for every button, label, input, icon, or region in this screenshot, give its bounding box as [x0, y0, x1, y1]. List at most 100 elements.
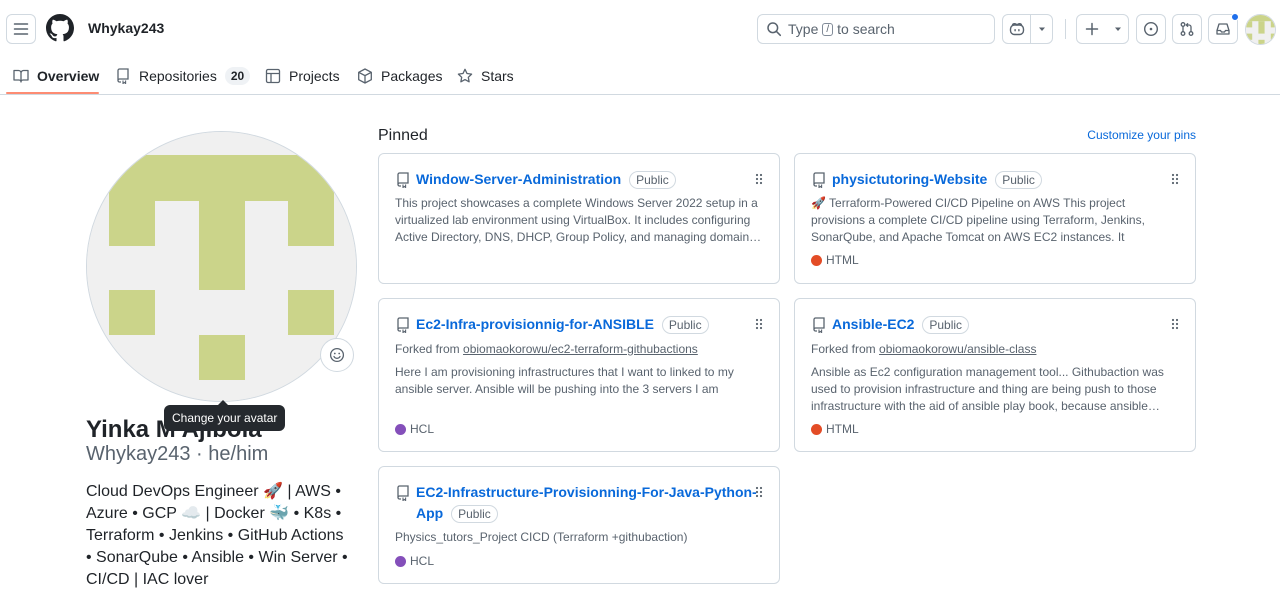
repo-name-link[interactable]: physictutoring-Website: [832, 171, 987, 187]
tab-projects[interactable]: Projects: [265, 58, 340, 94]
identicon-icon: [87, 132, 356, 401]
repo-icon: [117, 68, 129, 84]
active-tab-indicator: [6, 92, 99, 94]
repo-language: HTML: [811, 253, 859, 267]
forked-from-link[interactable]: obiomaokorowu/ec2-terraform-githubaction…: [463, 342, 698, 356]
tab-packages[interactable]: Packages: [357, 58, 442, 94]
visibility-badge: Public: [922, 316, 970, 335]
repo-language-label: HTML: [826, 253, 859, 267]
forked-from: Forked from obiomaokorowu/ansible-class: [811, 342, 1036, 356]
pinned-repo-card: Ec2-Infra-provisionnig-for-ANSIBLE Publi…: [378, 298, 780, 452]
repo-language-label: HTML: [826, 422, 859, 436]
repositories-count-badge: 20: [224, 67, 251, 85]
search-input[interactable]: Type / to search: [757, 14, 995, 44]
tab-repositories-label: Repositories: [139, 68, 217, 84]
repo-name-link[interactable]: Ansible-EC2: [832, 316, 914, 332]
tab-repositories[interactable]: Repositories 20: [115, 58, 251, 94]
grabber-icon[interactable]: [755, 318, 763, 330]
triangle-down-icon: [1114, 27, 1121, 31]
search-icon: [767, 22, 782, 37]
repo-description: Physics_tutors_Project CICD (Terraform +…: [395, 530, 688, 544]
plus-button[interactable]: [1077, 15, 1107, 43]
plus-icon: [1085, 22, 1099, 36]
repo-name-link[interactable]: Ec2-Infra-provisionnig-for-ANSIBLE: [416, 316, 654, 332]
profile-bio: Cloud DevOps Engineer 🚀 | AWS • Azure • …: [86, 483, 348, 588]
unread-notification-dot: [1231, 13, 1239, 21]
set-status-button[interactable]: [320, 338, 354, 372]
pinned-repo-card: Window-Server-Administration Public This…: [378, 153, 780, 284]
smiley-icon: [329, 347, 345, 363]
profile-tabs: Overview Repositories 20 Projects Packag…: [0, 58, 1280, 95]
github-logo-icon[interactable]: [46, 14, 74, 42]
create-dropdown-button[interactable]: [1107, 15, 1128, 43]
visibility-badge: Public: [629, 171, 676, 190]
language-color-dot: [811, 423, 822, 435]
repo-description: This project showcases a complete Window…: [395, 196, 762, 244]
header-username[interactable]: Whykay243: [88, 20, 164, 36]
create-new-button[interactable]: [1076, 14, 1129, 44]
visibility-badge: Public: [995, 171, 1042, 190]
repo-language: HCL: [395, 554, 434, 568]
repo-description: Here I am provisioning infrastructures t…: [395, 365, 734, 400]
repo-forked-icon: [813, 317, 825, 333]
copilot-button-group: [1002, 14, 1053, 44]
visibility-badge: Public: [661, 316, 709, 335]
profile-avatar[interactable]: [86, 131, 357, 402]
avatar-tooltip: Change your avatar: [164, 400, 286, 431]
issue-opened-icon: [1143, 21, 1159, 37]
language-color-dot: [395, 555, 406, 567]
user-avatar-menu[interactable]: [1245, 14, 1276, 45]
pinned-repo-card: Ansible-EC2 Public Forked from obiomaoko…: [794, 298, 1196, 452]
repo-icon: [397, 485, 409, 501]
profile-handle: Whykay243 · he/him: [86, 443, 269, 465]
tab-stars-label: Stars: [481, 68, 514, 84]
repo-icon: [813, 172, 825, 188]
language-color-dot: [811, 254, 822, 266]
pinned-heading: Pinned: [378, 127, 428, 144]
repo-description: Ansible as Ec2 configuration management …: [811, 365, 1164, 413]
search-shortcut-key: /: [822, 22, 834, 36]
git-pull-request-icon: [1180, 22, 1194, 36]
repo-name-link[interactable]: Window-Server-Administration: [416, 171, 621, 187]
grabber-icon[interactable]: [755, 173, 763, 185]
repo-language-label: HCL: [410, 422, 435, 436]
visibility-badge: Public: [451, 505, 498, 524]
header-divider: [1065, 19, 1066, 39]
tab-overview[interactable]: Overview: [13, 58, 99, 94]
star-icon: [457, 68, 473, 83]
forked-from-link[interactable]: obiomaokorowu/ansible-class: [879, 342, 1036, 356]
repo-description: 🚀 Terraform-Powered CI/CD Pipeline on AW…: [811, 196, 1145, 244]
tab-overview-label: Overview: [37, 68, 100, 84]
tab-projects-label: Projects: [289, 68, 340, 84]
copilot-button[interactable]: [1003, 15, 1030, 43]
identicon-icon: [1246, 15, 1275, 44]
repo-forked-icon: [397, 317, 409, 333]
global-header: Whykay243 Type / to search: [0, 0, 1280, 58]
search-prefix: Type: [788, 21, 819, 37]
customize-pins-link[interactable]: Customize your pins: [1087, 128, 1196, 142]
copilot-icon: [1009, 23, 1024, 36]
issues-button[interactable]: [1136, 14, 1166, 44]
table-icon: [265, 68, 281, 84]
copilot-dropdown-button[interactable]: [1030, 15, 1052, 43]
tab-stars[interactable]: Stars: [457, 58, 514, 94]
grabber-icon[interactable]: [755, 486, 763, 498]
tab-packages-label: Packages: [381, 68, 443, 84]
package-icon: [358, 68, 372, 84]
menu-button[interactable]: [6, 14, 36, 44]
repo-language-label: HCL: [410, 554, 435, 568]
language-color-dot: [395, 423, 406, 435]
book-icon: [13, 69, 29, 83]
repo-language: HTML: [811, 422, 859, 436]
hamburger-icon: [13, 23, 29, 35]
grabber-icon[interactable]: [1171, 318, 1179, 330]
triangle-down-icon: [1038, 27, 1045, 31]
forked-from-prefix: Forked from: [395, 342, 460, 356]
inbox-icon: [1216, 23, 1230, 35]
repo-icon: [397, 172, 409, 188]
forked-from-prefix: Forked from: [811, 342, 876, 356]
grabber-icon[interactable]: [1171, 173, 1179, 185]
pinned-repo-card: EC2-Infrastructure-Provisionning-For-Jav…: [378, 466, 780, 584]
forked-from: Forked from obiomaokorowu/ec2-terraform-…: [395, 342, 698, 356]
pull-requests-button[interactable]: [1172, 14, 1202, 44]
